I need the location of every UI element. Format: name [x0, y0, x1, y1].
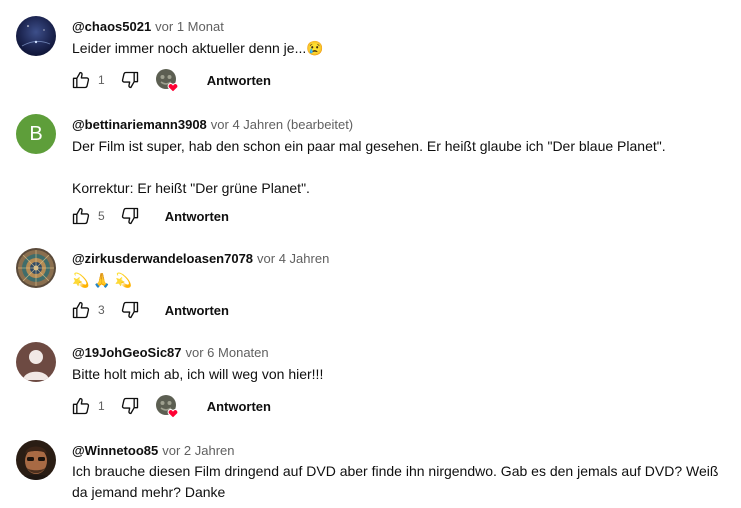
- thumbs-up-icon: [72, 397, 90, 415]
- comment-text-body: Leider immer noch aktueller denn je...: [72, 40, 307, 56]
- like-count: 3: [98, 303, 105, 317]
- comment-header: @19JohGeoSic87 vor 6 Monaten: [72, 344, 269, 362]
- thumbs-up-icon: [72, 301, 90, 319]
- reply-button[interactable]: Antworten: [165, 303, 229, 318]
- thumbs-up-icon: [72, 71, 90, 89]
- comment-text-body: Ich brauche diesen Film dringend auf DVD…: [72, 463, 719, 500]
- avatar[interactable]: [16, 342, 56, 382]
- comment-actions: 1 Antworten: [70, 67, 271, 93]
- comment-header: @zirkusderwandeloasen7078 vor 4 Jahren: [72, 250, 329, 268]
- creator-heart-icon: [155, 68, 179, 93]
- thumbs-down-icon: [121, 71, 138, 89]
- avatar[interactable]: [16, 16, 56, 56]
- comment-text-line-2: Korrektur: Er heißt "Der grüne Planet".: [72, 180, 310, 196]
- avatar[interactable]: [16, 440, 56, 480]
- reply-button[interactable]: Antworten: [165, 209, 229, 224]
- like-button[interactable]: [70, 299, 92, 321]
- comment-header: @Winnetoo85 vor 2 Jahren: [72, 442, 235, 460]
- comment-header: @chaos5021 vor 1 Monat: [72, 18, 224, 36]
- comment-text-body: Bitte holt mich ab, ich will weg von hie…: [72, 366, 324, 382]
- author-handle[interactable]: @zirkusderwandeloasen7078: [72, 251, 253, 266]
- author-handle[interactable]: @chaos5021: [72, 19, 151, 34]
- creator-heart-icon: [155, 394, 179, 419]
- emoji-row: 💫 🙏 💫: [72, 272, 133, 288]
- dislike-button[interactable]: [119, 205, 141, 227]
- comment-text: Leider immer noch aktueller denn je...😢: [72, 38, 732, 59]
- dislike-button[interactable]: [119, 395, 141, 417]
- like-count: 5: [98, 209, 105, 223]
- comment-actions: 3 Antworten: [70, 297, 229, 323]
- reply-button[interactable]: Antworten: [207, 73, 271, 88]
- comment-header: @bettinariemann3908 vor 4 Jahren (bearbei…: [72, 116, 353, 134]
- comment-actions: 5 Antworten: [70, 203, 229, 229]
- avatar[interactable]: B: [16, 114, 56, 154]
- thumbs-down-icon: [121, 397, 138, 415]
- avatar-letter: B: [29, 122, 43, 145]
- comment-actions: 1 Antworten: [70, 393, 271, 419]
- timestamp[interactable]: vor 1 Monat: [155, 19, 224, 34]
- author-handle[interactable]: @Winnetoo85: [72, 443, 158, 458]
- like-button[interactable]: [70, 395, 92, 417]
- comment-text-line-1: Der Film ist super, hab den schon ein pa…: [72, 138, 666, 154]
- reply-button[interactable]: Antworten: [207, 399, 271, 414]
- like-count: 1: [98, 399, 105, 413]
- thumbs-up-icon: [72, 207, 90, 225]
- comment-text: Der Film ist super, hab den schon ein pa…: [72, 136, 732, 199]
- sad-emoji: 😢: [306, 40, 324, 56]
- avatar[interactable]: [16, 248, 56, 288]
- like-button[interactable]: [70, 205, 92, 227]
- like-button[interactable]: [70, 69, 92, 91]
- timestamp[interactable]: vor 4 Jahren: [257, 251, 329, 266]
- author-handle[interactable]: @19JohGeoSic87: [72, 345, 182, 360]
- like-count: 1: [98, 73, 105, 87]
- thumbs-down-icon: [121, 301, 138, 319]
- dislike-button[interactable]: [119, 69, 141, 91]
- timestamp[interactable]: vor 4 Jahren (bearbeitet): [211, 117, 353, 132]
- timestamp[interactable]: vor 2 Jahren: [162, 443, 234, 458]
- thumbs-down-icon: [121, 207, 138, 225]
- comment-text: Bitte holt mich ab, ich will weg von hie…: [72, 364, 732, 385]
- dislike-button[interactable]: [119, 299, 141, 321]
- author-handle[interactable]: @bettinariemann3908: [72, 117, 207, 132]
- comment-text: Ich brauche diesen Film dringend auf DVD…: [72, 461, 732, 503]
- timestamp[interactable]: vor 6 Monaten: [186, 345, 269, 360]
- comment-text: 💫 🙏 💫: [72, 270, 732, 291]
